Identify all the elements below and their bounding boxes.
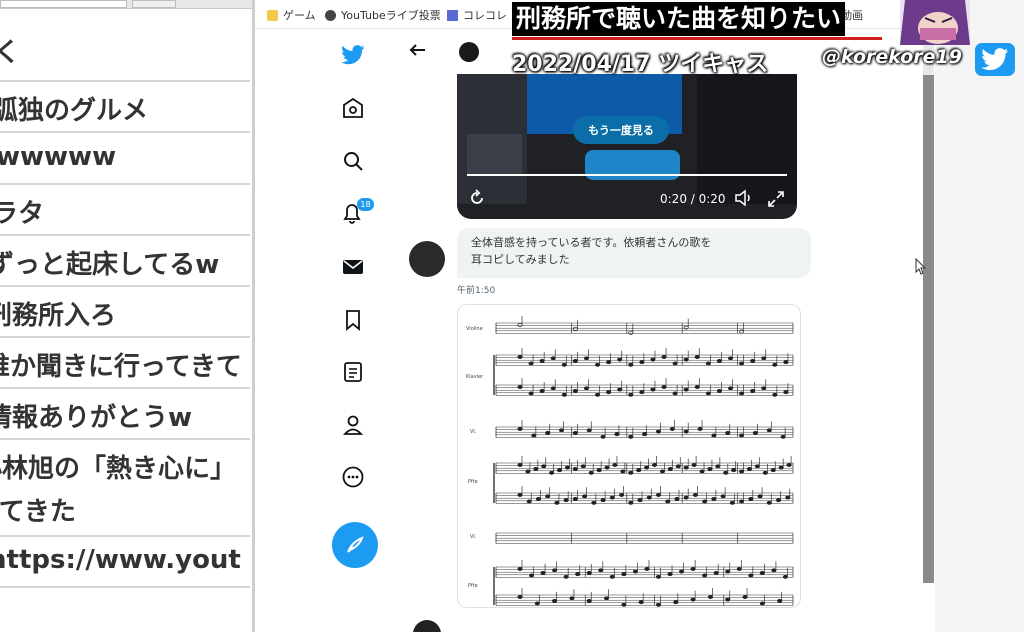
page-icon	[447, 10, 458, 21]
bookmark-label: ゲーム	[283, 9, 316, 22]
bookmark-item[interactable]: ゲーム	[267, 7, 316, 23]
back-arrow-icon[interactable]	[409, 42, 427, 61]
score-label: Vl.	[470, 429, 477, 435]
sheet-music-image[interactable]: Violine Klavier Vl. Pfte Vl. Pfte	[457, 304, 801, 608]
bookmark-label: コレコレ	[463, 9, 507, 22]
stream-title-overlay: 刑務所で聴いた曲を知りたい	[512, 2, 846, 36]
comment-row: https://www.yout	[0, 536, 250, 588]
comment-row: 弧独のグルメ	[0, 81, 250, 133]
video-frame-panel	[697, 74, 797, 204]
volume-icon[interactable]	[734, 189, 754, 211]
bookmark-item[interactable]: コレコレ	[447, 7, 507, 23]
comment-text: ずっと起床してるw	[0, 250, 220, 280]
comment-row: ラタ	[0, 184, 250, 236]
video-progress-bar[interactable]	[467, 174, 787, 176]
twitter-logo-icon[interactable]	[333, 40, 373, 70]
comment-row: 情報ありがとうw	[0, 388, 250, 440]
video-player[interactable]: もう一度見る 0:20 / 0:20	[457, 74, 797, 219]
score-label: Pfte	[468, 479, 478, 485]
comment-text: く	[0, 32, 20, 69]
bookmark-item[interactable]: YouTubeライブ投票	[325, 7, 441, 23]
streamer-handle-overlay: @korekore19	[822, 46, 962, 68]
comment-text: https://www.yout	[0, 545, 241, 575]
tweet-text: 耳コピしてみました	[471, 253, 570, 266]
score-label: Pfte	[468, 583, 478, 589]
comment-input-bar	[0, 0, 252, 9]
comment-row: く	[0, 30, 250, 82]
comment-text: ってきた	[0, 497, 76, 527]
reply-author-avatar[interactable]	[409, 241, 445, 277]
compose-tweet-button[interactable]	[332, 522, 378, 568]
tweet-timestamp: 午前1:50	[457, 286, 496, 296]
folder-icon	[267, 10, 278, 21]
bookmarks-icon[interactable]	[333, 305, 373, 335]
title-underline	[512, 37, 882, 40]
score-label: Klavier	[466, 374, 484, 380]
comment-text: 情報ありがとうw	[0, 403, 193, 433]
score-label: Violine	[466, 326, 483, 332]
mouse-cursor-icon	[915, 257, 927, 280]
comment-submit-button[interactable]	[132, 0, 176, 8]
score-label: Vl.	[470, 534, 477, 540]
messages-icon[interactable]	[333, 252, 373, 282]
scrollbar-thumb[interactable]	[923, 75, 934, 583]
video-time: 0:20 / 0:20	[660, 192, 726, 206]
comment-list-panel: く 弧独のグルメ wwwww ラタ ずっと起床してるw 刑務所入ろ 誰か聞きに行…	[0, 0, 255, 632]
comment-row: 小林旭の「熱き心に」 ってきた	[0, 439, 250, 537]
comment-text: ラタ	[0, 199, 45, 229]
profile-icon[interactable]	[333, 410, 373, 440]
browser-window: ゲーム YouTubeライブ投票 コレコレ (94) 動画 18	[255, 0, 935, 632]
comment-text: 弧独のグルメ	[0, 96, 149, 126]
comment-row	[0, 587, 250, 632]
twitter-badge-icon	[975, 43, 1015, 76]
search-icon[interactable]	[333, 146, 373, 176]
tweet-text-bubble: 全体音感を持っている者です。依頼者さんの歌を 耳コピしてみました	[457, 228, 811, 278]
bookmark-label: YouTubeライブ投票	[341, 9, 441, 22]
replay-button[interactable]: もう一度見る	[573, 116, 669, 144]
comment-text: 小林旭の「熱き心に」	[0, 454, 237, 484]
home-icon[interactable]	[333, 93, 373, 123]
notifications-icon[interactable]: 18	[333, 198, 374, 228]
video-frame-panel	[467, 134, 522, 174]
comment-text: wwwww	[0, 142, 117, 172]
next-avatar	[413, 620, 441, 632]
tweet-author-avatar[interactable]	[459, 42, 479, 62]
comment-row: 誰か聞きに行ってきて	[0, 337, 250, 389]
comment-row: ずっと起床してるw	[0, 235, 250, 287]
sheet-music-drawing: Violine Klavier Vl. Pfte Vl. Pfte	[466, 316, 794, 607]
feather-icon	[347, 536, 364, 553]
more-icon[interactable]	[333, 462, 373, 492]
globe-icon	[325, 10, 336, 21]
comment-text: 刑務所入ろ	[0, 301, 117, 331]
stream-date-overlay: 2022/04/17 ツイキャス	[512, 52, 769, 77]
fullscreen-icon[interactable]	[766, 189, 786, 213]
lists-icon[interactable]	[333, 357, 373, 387]
replay-icon[interactable]	[467, 188, 487, 212]
comment-row: 刑務所入ろ	[0, 286, 250, 338]
notification-badge: 18	[357, 198, 374, 211]
comment-input[interactable]	[0, 0, 127, 8]
comment-row: wwwww	[0, 133, 250, 185]
tweet-text: 全体音感を持っている者です。依頼者さんの歌を	[471, 236, 712, 249]
streamer-avatar-illustration	[900, 0, 970, 45]
comment-text: 誰か聞きに行ってきて	[0, 352, 242, 382]
